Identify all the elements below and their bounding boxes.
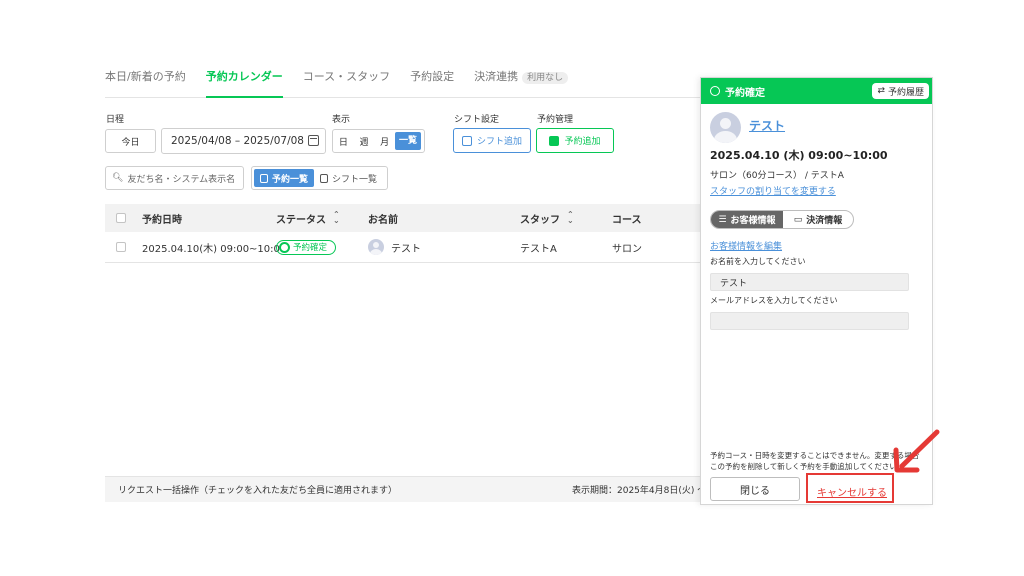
row-name-cell: テスト: [368, 232, 421, 262]
col-status[interactable]: ステータス ⌃ ⌄: [276, 204, 340, 232]
tab-payment-label: 決済情報: [806, 216, 843, 226]
schedule-label: 日程: [106, 115, 125, 125]
tab-payment-integration[interactable]: 決済連携 利用なし: [474, 70, 569, 84]
email-field[interactable]: [710, 312, 909, 330]
status-ring-icon: [710, 86, 720, 96]
reservation-history-button[interactable]: ⇄ 予約履歴: [872, 83, 929, 99]
row-select-cell: [116, 232, 126, 262]
date-range-input[interactable]: 2025/04/08 – 2025/07/08: [161, 128, 326, 154]
tab-customer-info[interactable]: ☰ お客様情報: [711, 211, 783, 228]
view-switcher: 日 週 月 一覧: [332, 129, 425, 153]
search-placeholder: 友だち名・システム表示名: [127, 174, 236, 185]
search-input[interactable]: 🔍︎ 友だち名・システム表示名: [105, 166, 244, 190]
row-datetime: 2025.04.10(木) 09:00~10:00: [142, 243, 287, 255]
note-line-2: この予約を削除して新しく予約を手動追加してください。: [710, 462, 905, 471]
status-dot-icon: [279, 241, 290, 253]
sort-icon: ⌃ ⌄: [567, 210, 574, 225]
add-reservation-label: 予約追加: [564, 137, 601, 147]
tab-customer-label: お客様情報: [730, 216, 776, 226]
view-list[interactable]: 一覧: [395, 132, 422, 150]
change-staff-link[interactable]: スタッフの割り当てを変更する: [710, 184, 836, 197]
view-day[interactable]: 日: [333, 135, 354, 148]
reservation-list-label: 予約一覧: [272, 174, 309, 185]
status-text: 予約確定: [293, 243, 328, 253]
document-icon: [260, 173, 268, 183]
pointer-arrow-icon: [893, 429, 940, 473]
top-tabs: 本日/新着の予約 予約カレンダー コース・スタッフ 予約設定 決済連携 利用なし: [105, 64, 700, 98]
view-month[interactable]: 月: [374, 135, 395, 148]
name-field-label: お名前を入力してください: [710, 257, 806, 266]
bulk-action-text: リクエスト一括操作（チェックを入れた友だち全員に適用されます）: [118, 486, 398, 496]
view-week[interactable]: 週: [354, 135, 375, 148]
customer-name-link[interactable]: テスト: [749, 117, 785, 134]
tab-payment-label: 決済連携: [474, 70, 519, 83]
tab-reservation-settings[interactable]: 予約設定: [410, 71, 454, 82]
info-tabs: ☰ お客様情報 ▭ 決済情報: [710, 210, 854, 229]
row-course: サロン: [612, 243, 642, 255]
display-period: 表示期間：2025年4月8日(火) 〜: [572, 486, 707, 496]
row-name: テスト: [391, 243, 421, 255]
highlight-box: [806, 473, 894, 503]
shift-list-toggle[interactable]: シフト一覧: [320, 172, 377, 185]
add-reservation-button[interactable]: 予約追加: [536, 128, 614, 153]
row-staff: テストA: [520, 243, 557, 255]
reservation-list-toggle[interactable]: 予約一覧: [254, 169, 315, 187]
app-screen: 本日/新着の予約 予約カレンダー コース・スタッフ 予約設定 決済連携 利用なし …: [0, 0, 1024, 576]
card-icon: ▭: [793, 214, 803, 225]
today-button[interactable]: 今日: [105, 129, 156, 153]
history-label: 予約履歴: [887, 87, 924, 98]
shift-list-label: シフト一覧: [332, 174, 378, 185]
calendar-plus-icon: [461, 135, 472, 146]
display-label: 表示: [332, 115, 351, 125]
course-staff-line: サロン（60分コース） / テストA: [710, 171, 844, 181]
calendar-icon: [308, 135, 319, 146]
list-icon: ☰: [718, 214, 727, 225]
status-badge: 予約確定: [276, 239, 337, 255]
usage-badge: 利用なし: [522, 72, 569, 84]
col-name: お名前: [368, 214, 398, 226]
list-toggle: 予約一覧 シフト一覧: [251, 166, 388, 190]
reservation-mgmt-label: 予約管理: [537, 115, 574, 125]
avatar: [368, 239, 384, 255]
close-button[interactable]: 閉じる: [710, 477, 800, 501]
panel-title: 予約確定: [710, 78, 765, 104]
select-all-cell: [116, 204, 126, 232]
tab-payment-info[interactable]: ▭ 決済情報: [783, 211, 853, 228]
name-field[interactable]: テスト: [710, 273, 909, 291]
calendar-icon: [320, 173, 329, 183]
add-shift-label: シフト追加: [476, 137, 522, 147]
date-range-text: 2025/04/08 – 2025/07/08: [171, 135, 304, 147]
table-row[interactable]: 2025.04.10(木) 09:00~10:00 予約確定 テスト テストA …: [105, 232, 700, 263]
edit-customer-link[interactable]: お客様情報を編集: [710, 239, 782, 252]
col-status-label: ステータス: [276, 214, 326, 226]
col-datetime: 予約日時: [142, 214, 182, 226]
reservation-datetime: 2025.04.10 (木) 09:00~10:00: [710, 149, 888, 162]
customer-avatar: [710, 112, 741, 143]
bulk-action-bar: リクエスト一括操作（チェックを入れた友だち全員に適用されます） 表示期間：202…: [105, 476, 706, 502]
panel-title-text: 予約確定: [725, 87, 765, 99]
tab-course-staff[interactable]: コース・スタッフ: [303, 71, 390, 82]
email-field-label: メールアドレスを入力してください: [710, 296, 838, 305]
row-checkbox[interactable]: [116, 242, 126, 252]
tab-reservation-calendar[interactable]: 予約カレンダー: [205, 71, 283, 98]
col-course: コース: [612, 214, 642, 226]
select-all-checkbox[interactable]: [116, 213, 126, 223]
change-note: 予約コース・日時を変更することはできません。変更する場合 この予約を削除して新し…: [710, 450, 920, 472]
col-staff-label: スタッフ: [520, 214, 560, 226]
tab-today-new[interactable]: 本日/新着の予約: [105, 71, 186, 82]
col-staff[interactable]: スタッフ ⌃ ⌄: [520, 204, 574, 232]
shift-settings-label: シフト設定: [454, 115, 500, 125]
sort-icon: ⌃ ⌄: [333, 210, 340, 225]
swap-icon: ⇄: [877, 86, 885, 96]
row-status-cell: 予約確定: [276, 232, 337, 262]
panel-header: 予約確定 ⇄ 予約履歴: [701, 78, 932, 104]
note-line-1: 予約コース・日時を変更することはできません。変更する場合: [710, 451, 920, 460]
person-plus-icon: [549, 135, 560, 146]
table-header: 予約日時 ステータス ⌃ ⌄ お名前 スタッフ ⌃ ⌄ コース: [105, 204, 700, 232]
add-shift-button[interactable]: シフト追加: [453, 128, 531, 153]
search-icon: 🔍︎: [112, 173, 124, 183]
